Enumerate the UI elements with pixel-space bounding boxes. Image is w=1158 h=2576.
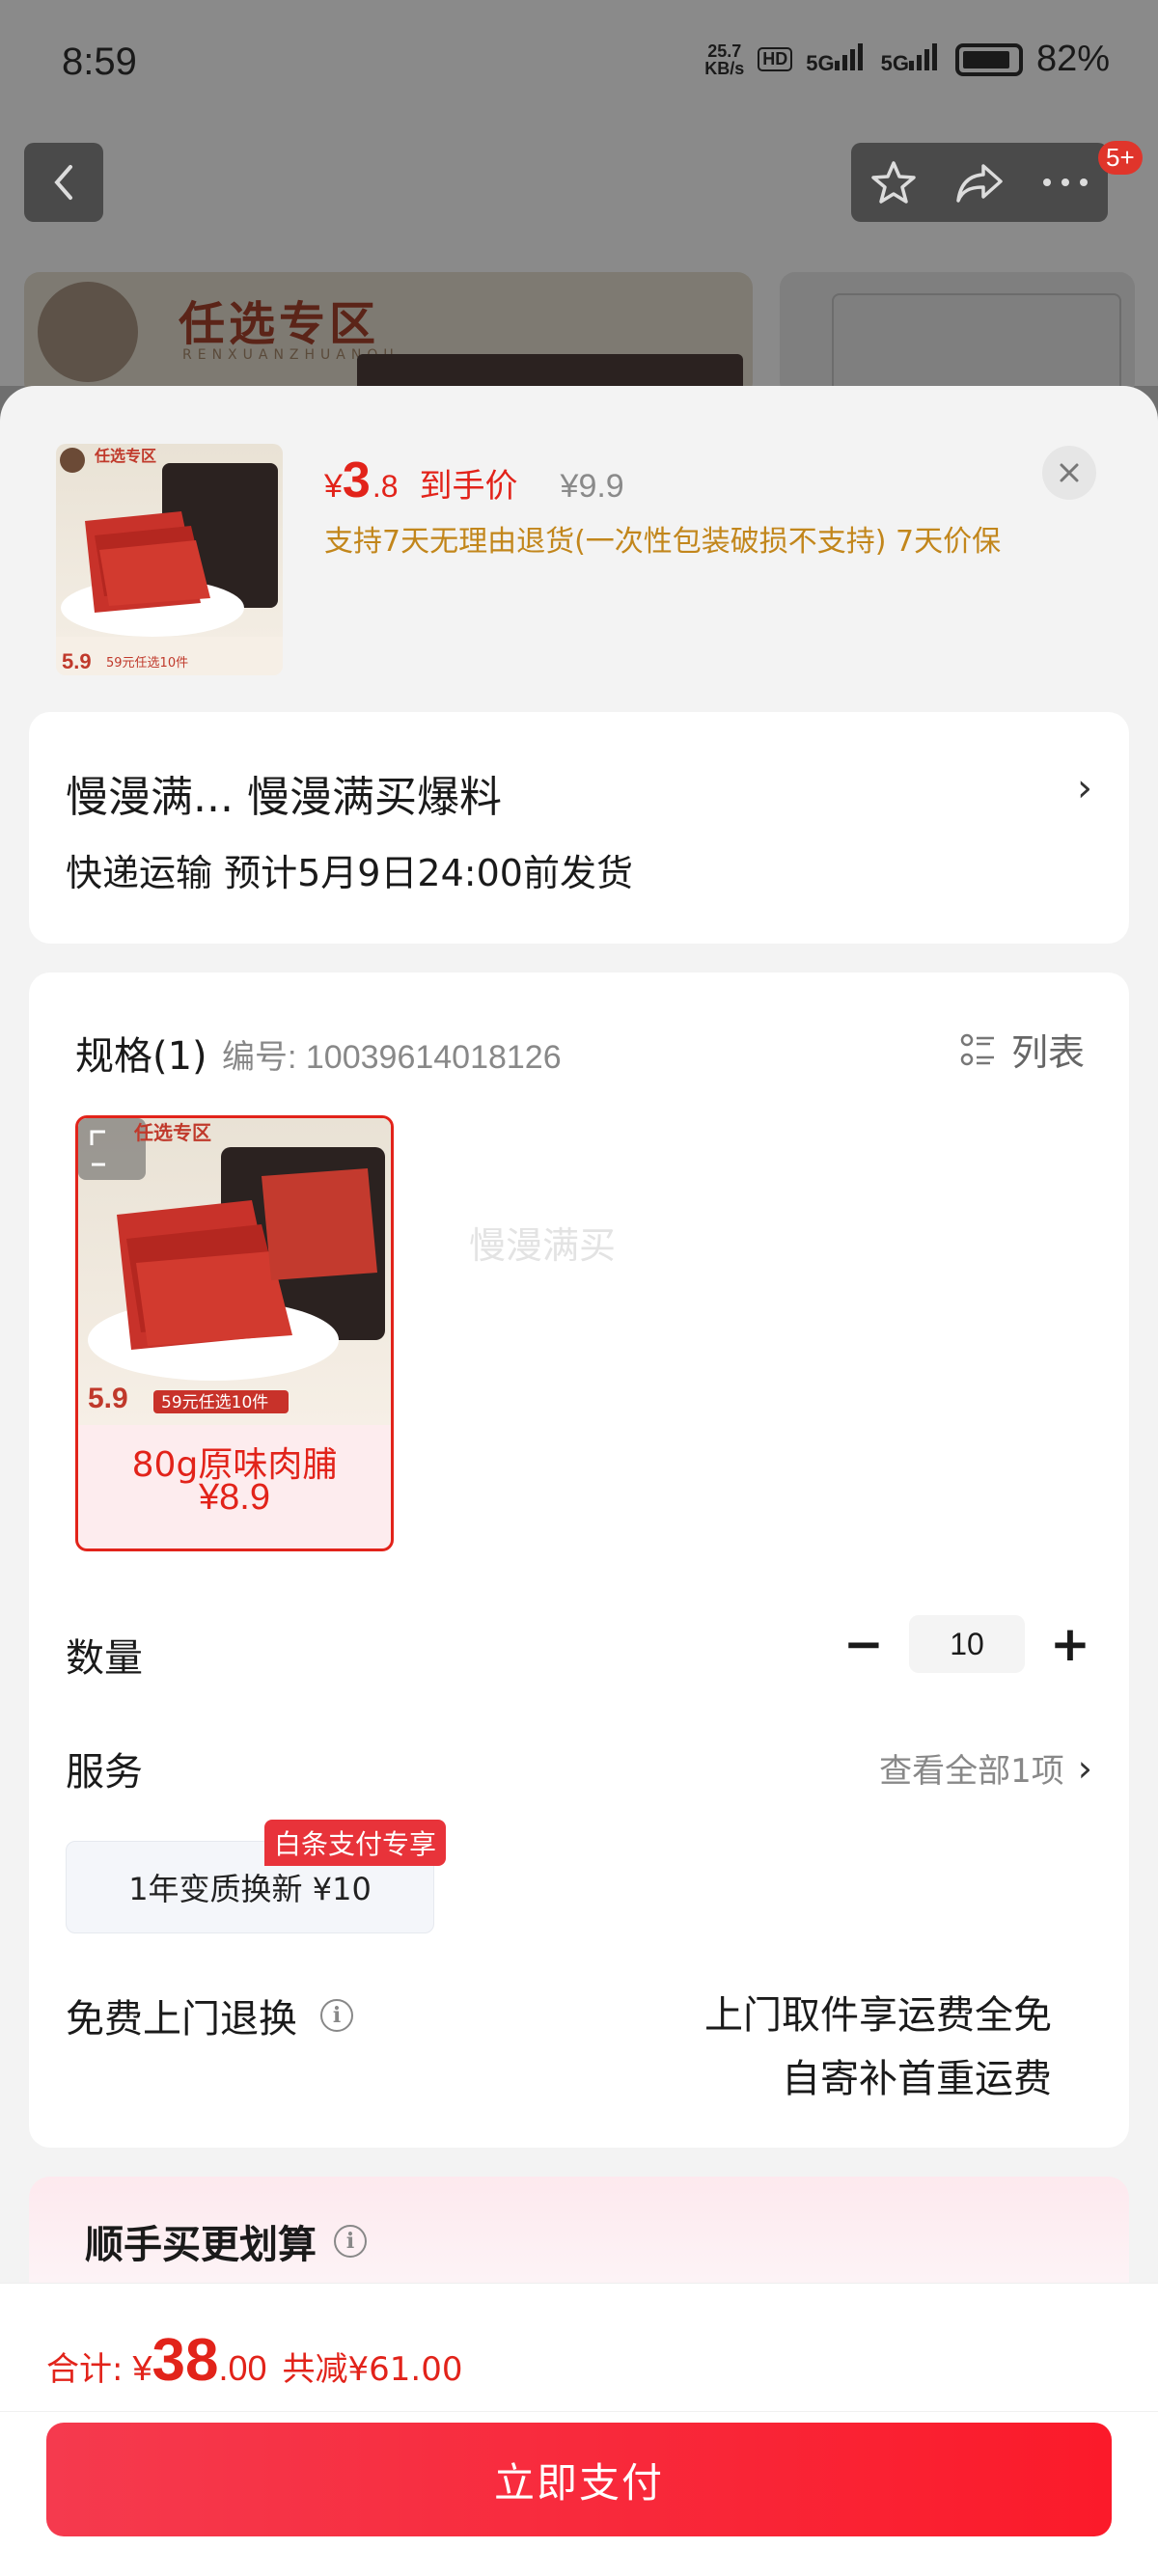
background-card [780,272,1135,419]
free-return-details: 上门取件享运费全免 自寄补首重运费 [704,1993,1052,2101]
brand-logo [38,282,138,382]
background-page: 8:59 25.7 KB/s HD 5G 5G 82% 5+ 任选专区 RENX… [0,0,1158,419]
svg-text:5.9: 5.9 [88,1383,128,1414]
bundle-promo-title: 顺手买更划算 i [85,2213,367,2269]
product-code: 编号: 10039614018126 [222,1039,562,1076]
quantity-label: 数量 [66,1636,143,1681]
chevron-right-icon: › [1077,766,1092,810]
order-total: 合计: ¥ 38 .00 共减¥61.00 [46,2327,463,2394]
info-icon[interactable]: i [320,1999,353,2032]
svg-text:任选专区: 任选专区 [94,447,156,465]
star-icon[interactable] [869,158,918,206]
background-banner: 任选专区 RENXUANZHUANQU [24,272,753,397]
chevron-left-icon [54,165,72,200]
battery-percent: 82% [1035,39,1110,79]
price-line: ¥ 3 .8 到手价 ¥9.9 [324,452,624,508]
chevron-right-icon: › [1077,1746,1092,1790]
decrease-button[interactable]: − [840,1615,888,1673]
svg-text:59元任选10件: 59元任选10件 [106,656,188,671]
address-title: 慢漫满... 慢漫满买爆料 [66,773,502,822]
purchase-sheet: 5.9 59元任选10件 任选专区 ¥ 3 .8 到手价 ¥9.9 支持7天无理… [0,386,1158,2576]
svg-text:59元任选10件: 59元任选10件 [161,1393,268,1412]
hd-icon: HD [758,47,793,71]
sku-option-selected[interactable]: 任选专区 5.9 59元任选10件 80g原味肉脯 ¥8.9 [75,1115,394,1551]
view-all-services-link[interactable]: 查看全部1项 › [879,1744,1092,1792]
battery-icon [954,42,1023,76]
share-icon[interactable] [954,160,1005,205]
banner-title: 任选专区 [179,297,380,351]
shipping-estimate: 快递运输 预计5月9日24:00前发货 [66,852,633,894]
quantity-stepper: − 10 + [840,1615,1094,1673]
total-discount: 共减¥61.00 [282,2350,463,2389]
list-view-toggle[interactable]: 列表 [959,1023,1085,1076]
service-label: 服务 [66,1750,143,1795]
svg-text:5.9: 5.9 [62,649,92,673]
spec-card: 规格(1) 编号: 10039614018126 列表 任选专区 5.9 59元… [29,973,1129,2148]
quantity-input[interactable]: 10 [909,1615,1025,1673]
message-badge: 5+ [1098,141,1143,175]
close-button[interactable] [1042,446,1096,500]
checkout-bar: 合计: ¥ 38 .00 共减¥61.00 立即支付 [0,2283,1158,2576]
top-actions [851,143,1108,222]
address-card[interactable]: 慢漫满... 慢漫满买爆料 › 快递运输 预计5月9日24:00前发货 [29,712,1129,944]
increase-button[interactable]: + [1046,1615,1094,1673]
status-bar: 8:59 25.7 KB/s HD 5G 5G 82% [0,0,1158,130]
signal-icon-2: 5G [881,42,942,76]
sku-image: 任选专区 5.9 59元任选10件 [78,1118,391,1425]
network-speed: 25.7 KB/s [704,41,745,78]
status-time: 8:59 [62,41,137,83]
original-price: ¥9.9 [560,468,624,505]
spec-title: 规格(1) [75,1034,207,1079]
sku-price: ¥8.9 [199,1477,270,1518]
status-icons: 25.7 KB/s HD 5G 5G 82% [704,39,1110,80]
signal-icon: 5G [806,42,867,76]
final-price: 3 [342,452,371,508]
info-icon[interactable]: i [334,2225,367,2258]
svg-text:任选专区: 任选专区 [133,1121,211,1144]
list-icon [960,1033,994,1065]
shop-watermark: 慢漫满买 [469,1224,617,1267]
service-tag: 白条支付专享 [264,1820,447,1866]
free-return-label: 免费上门退换 [66,1997,297,2042]
close-icon [1060,463,1079,482]
free-return-row: 免费上门退换 i [66,1987,353,2043]
return-policy: 支持7天无理由退货(一次性包装破损不支持) 7天价保 [324,525,1002,559]
back-button[interactable] [24,143,103,222]
pay-now-button[interactable]: 立即支付 [46,2423,1112,2536]
more-icon[interactable] [1041,177,1089,188]
product-header: 5.9 59元任选10件 任选专区 ¥ 3 .8 到手价 ¥9.9 支持7天无理… [0,386,1158,704]
final-price-label: 到手价 [419,467,518,506]
product-thumbnail: 5.9 59元任选10件 任选专区 [56,444,283,675]
